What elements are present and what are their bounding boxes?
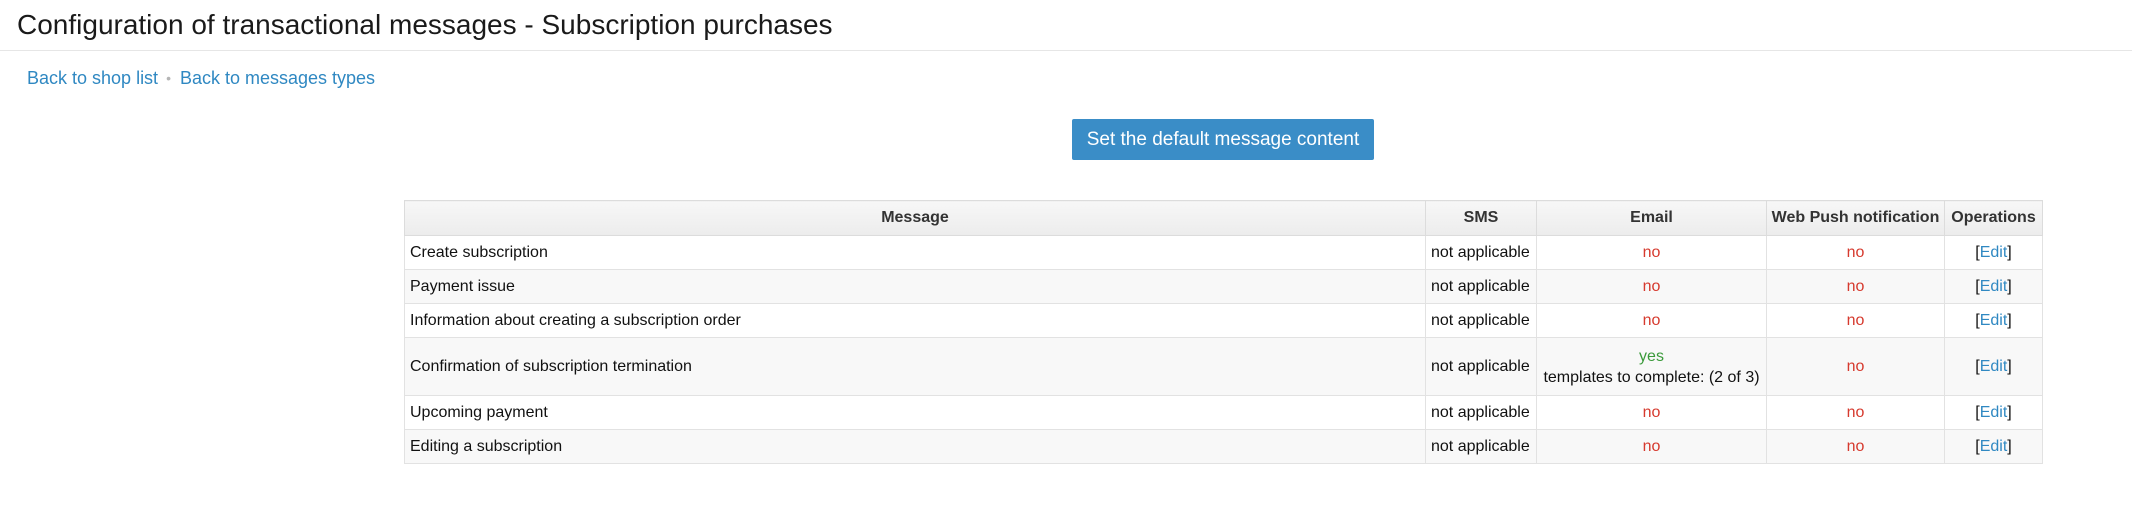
column-header-message: Message <box>404 200 1426 236</box>
web-push-status: no <box>1846 437 1865 455</box>
set-default-message-content-button[interactable]: Set the default message content <box>1072 119 1374 160</box>
operations-cell: [Edit] <box>1944 303 2043 338</box>
message-name: Confirmation of subscription termination <box>404 337 1426 396</box>
email-status: no <box>1642 403 1661 421</box>
templates-to-complete-note: templates to complete: (2 of 3) <box>1543 368 1760 386</box>
email-status-cell: no <box>1536 429 1767 464</box>
web-push-status-cell: no <box>1766 303 1945 338</box>
link-separator: • <box>166 70 171 86</box>
web-push-status: no <box>1846 277 1865 295</box>
web-push-status: no <box>1846 403 1865 421</box>
operations-cell: [Edit] <box>1944 269 2043 304</box>
column-header-email: Email <box>1536 200 1767 236</box>
table-row: Editing a subscription not applicable no… <box>404 429 2043 464</box>
web-push-status-cell: no <box>1766 235 1945 270</box>
email-status-cell: no <box>1536 269 1767 304</box>
edit-link[interactable]: Edit <box>1980 244 2008 261</box>
sms-status: not applicable <box>1425 395 1537 430</box>
web-push-status-cell: no <box>1766 395 1945 430</box>
message-name: Information about creating a subscriptio… <box>404 303 1426 338</box>
message-name: Create subscription <box>404 235 1426 270</box>
sms-status: not applicable <box>1425 429 1537 464</box>
operations-cell: [Edit] <box>1944 429 2043 464</box>
web-push-status-cell: no <box>1766 269 1945 304</box>
email-status-cell: no <box>1536 395 1767 430</box>
web-push-status: no <box>1846 311 1865 329</box>
edit-link[interactable]: Edit <box>1980 438 2008 455</box>
column-header-sms: SMS <box>1425 200 1537 236</box>
message-name: Upcoming payment <box>404 395 1426 430</box>
web-push-status: no <box>1846 357 1865 375</box>
breadcrumb-links: Back to shop list • Back to messages types <box>27 66 375 90</box>
message-name: Editing a subscription <box>404 429 1426 464</box>
email-status-cell: no <box>1536 303 1767 338</box>
email-status: no <box>1642 437 1661 455</box>
email-status: no <box>1642 277 1661 295</box>
table-row: Confirmation of subscription termination… <box>404 337 2043 396</box>
edit-link[interactable]: Edit <box>1980 358 2008 375</box>
email-status: yes <box>1639 347 1664 365</box>
operations-cell: [Edit] <box>1944 235 2043 270</box>
column-header-web-push: Web Push notification <box>1766 200 1945 236</box>
web-push-status-cell: no <box>1766 429 1945 464</box>
page-title: Configuration of transactional messages … <box>17 9 833 40</box>
web-push-status: no <box>1846 243 1865 261</box>
web-push-status-cell: no <box>1766 337 1945 396</box>
column-header-operations: Operations <box>1944 200 2043 236</box>
sms-status: not applicable <box>1425 269 1537 304</box>
table-row: Create subscription not applicable no no… <box>404 235 2043 270</box>
table-header-row: Message SMS Email Web Push notification … <box>404 200 2043 236</box>
email-status-cell: yes templates to complete: (2 of 3) <box>1536 337 1767 396</box>
email-status: no <box>1642 311 1661 329</box>
sms-status: not applicable <box>1425 303 1537 338</box>
sms-status: not applicable <box>1425 235 1537 270</box>
message-name: Payment issue <box>404 269 1426 304</box>
page-header: Configuration of transactional messages … <box>0 0 2132 51</box>
back-to-shop-list-link[interactable]: Back to shop list <box>27 68 158 88</box>
table-row: Payment issue not applicable no no [Edit… <box>404 269 2043 304</box>
email-status-cell: no <box>1536 235 1767 270</box>
edit-link[interactable]: Edit <box>1980 404 2008 421</box>
table-row: Information about creating a subscriptio… <box>404 303 2043 338</box>
email-status: no <box>1642 243 1661 261</box>
edit-link[interactable]: Edit <box>1980 278 2008 295</box>
sms-status: not applicable <box>1425 337 1537 396</box>
operations-cell: [Edit] <box>1944 395 2043 430</box>
table-row: Upcoming payment not applicable no no [E… <box>404 395 2043 430</box>
back-to-message-types-link[interactable]: Back to messages types <box>180 68 375 88</box>
messages-table: Message SMS Email Web Push notification … <box>404 200 2043 464</box>
operations-cell: [Edit] <box>1944 337 2043 396</box>
edit-link[interactable]: Edit <box>1980 312 2008 329</box>
